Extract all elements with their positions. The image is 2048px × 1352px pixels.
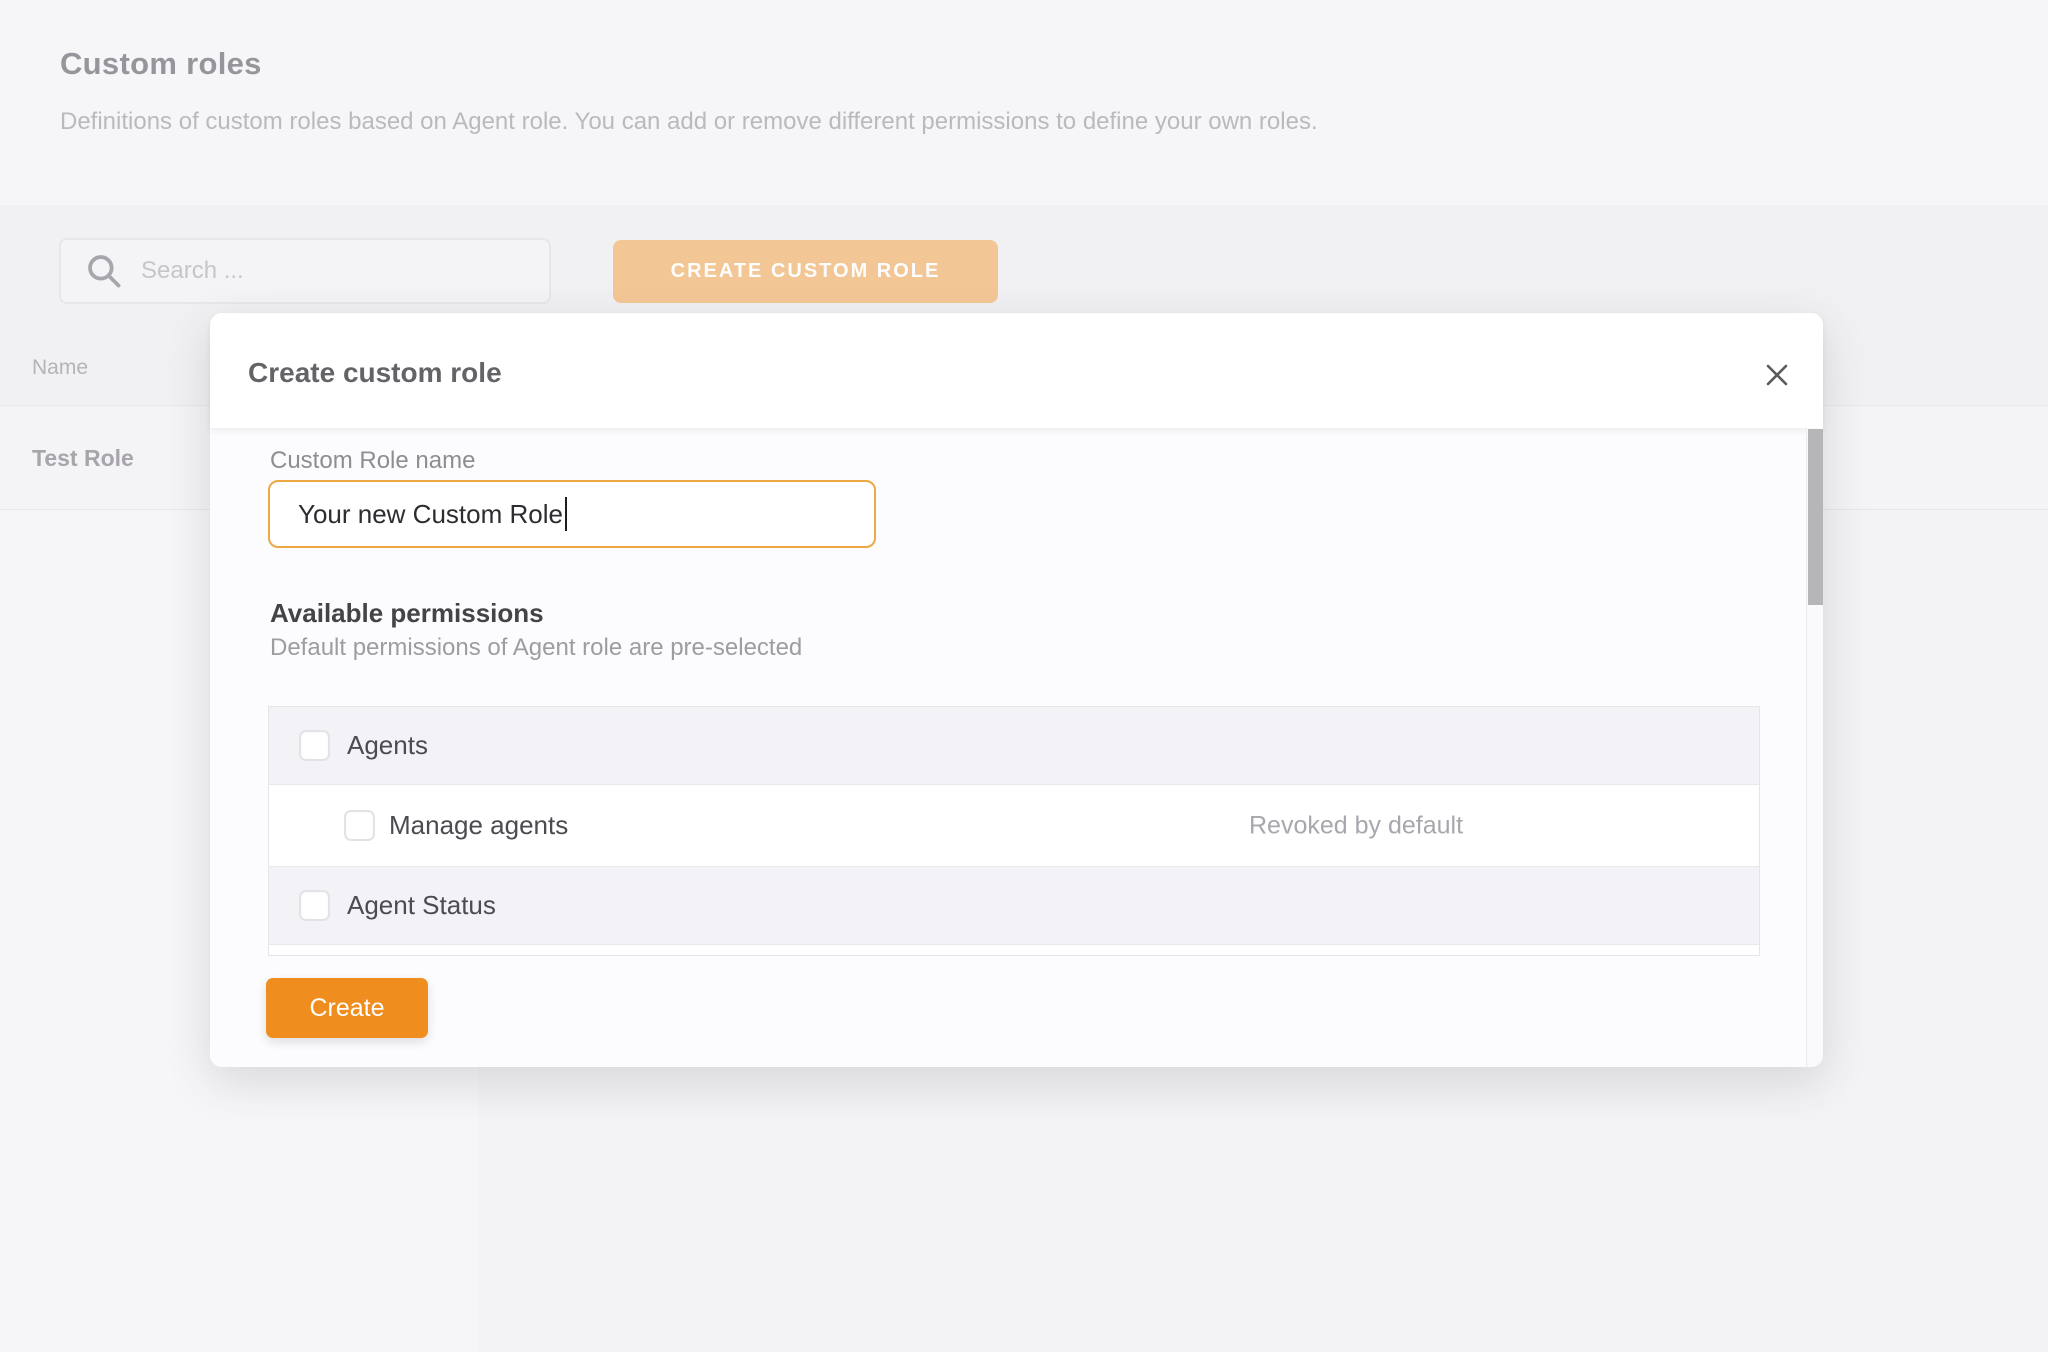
- page-description: Definitions of custom roles based on Age…: [60, 108, 1318, 136]
- create-custom-role-modal: Create custom role Custom Role name Your…: [210, 313, 1823, 1067]
- search-box[interactable]: [59, 238, 551, 304]
- checkbox-manage-agents[interactable]: [344, 810, 375, 841]
- permission-group-label: Agent Status: [347, 890, 496, 921]
- close-button[interactable]: [1757, 355, 1797, 395]
- modal-header: Create custom role: [210, 313, 1823, 428]
- page-title: Custom roles: [60, 46, 262, 82]
- page-root: Custom roles Definitions of custom roles…: [0, 0, 2048, 1352]
- create-custom-role-button[interactable]: CREATE CUSTOM ROLE: [613, 240, 998, 303]
- custom-role-name-value: Your new Custom Role: [298, 499, 563, 530]
- custom-role-name-input[interactable]: Your new Custom Role: [268, 480, 876, 548]
- column-header-name: Name: [32, 356, 88, 380]
- close-icon: [1763, 361, 1791, 389]
- permission-label: Manage agents: [389, 810, 568, 841]
- text-caret: [565, 497, 567, 531]
- modal-title: Create custom role: [248, 357, 502, 389]
- permission-group-row-agent-status[interactable]: Agent Status: [269, 867, 1759, 945]
- modal-scrollbar-thumb[interactable]: [1808, 429, 1823, 605]
- checkbox-agent-status[interactable]: [299, 890, 330, 921]
- search-input[interactable]: [141, 257, 521, 285]
- permission-row-manage-agents[interactable]: Manage agents Revoked by default: [269, 785, 1759, 867]
- role-name-cell: Test Role: [32, 445, 134, 472]
- create-submit-button[interactable]: Create: [266, 978, 428, 1038]
- permission-group-row-agents[interactable]: Agents: [269, 707, 1759, 785]
- permission-status: Revoked by default: [1249, 811, 1463, 840]
- page-header: Custom roles Definitions of custom roles…: [0, 0, 2048, 205]
- toolbar: CREATE CUSTOM ROLE: [0, 205, 2048, 330]
- permissions-subheading: Default permissions of Agent role are pr…: [270, 634, 802, 662]
- permission-group-label: Agents: [347, 730, 428, 761]
- modal-body: Custom Role name Your new Custom Role Av…: [210, 428, 1823, 1067]
- modal-scrollbar-track[interactable]: [1806, 428, 1823, 1067]
- checkbox-agents[interactable]: [299, 730, 330, 761]
- custom-role-name-label: Custom Role name: [270, 447, 475, 475]
- permissions-heading: Available permissions: [270, 598, 544, 629]
- search-icon: [85, 252, 123, 290]
- permissions-list: Agents Manage agents Revoked by default …: [268, 706, 1760, 956]
